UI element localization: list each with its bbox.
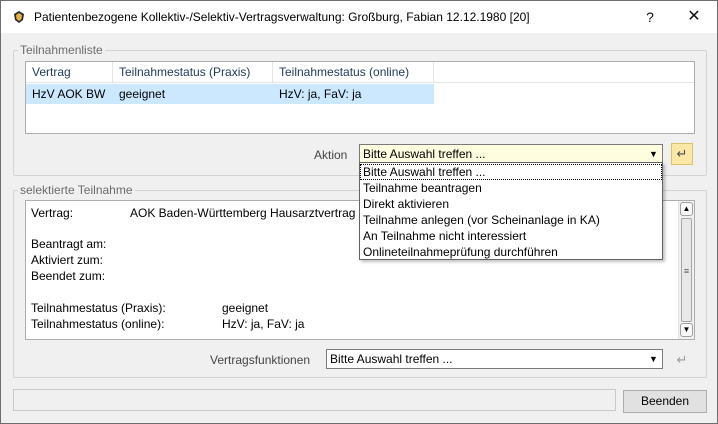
scrollbar-thumb[interactable]: ≡ (681, 218, 692, 322)
status-online-label: Teilnahmestatus (online): (31, 317, 165, 331)
beendet-label: Beendet zum: (31, 269, 106, 283)
scroll-down-icon[interactable]: ▼ (680, 323, 693, 337)
list-header: Vertrag Teilnahmestatus (Praxis) Teilnah… (26, 62, 694, 83)
selected-participation-legend: selektierte Teilnahme (18, 183, 135, 197)
status-praxis-label: Teilnahmestatus (Praxis): (31, 301, 166, 315)
dropdown-option[interactable]: Direkt aktivieren (360, 196, 662, 212)
dialog-window: Patientenbezogene Kollektiv-/Selektiv-Ve… (0, 0, 718, 424)
aktiviert-label: Aktiviert zum: (31, 253, 104, 267)
column-header-status-online[interactable]: Teilnahmestatus (online) (273, 62, 434, 83)
vertrag-label: Vertrag: (31, 206, 74, 220)
action-select[interactable]: Bitte Auswahl treffen ... ▼ (359, 144, 663, 164)
close-button[interactable]: ✕ (671, 1, 717, 33)
table-row[interactable]: HzV AOK BW geeignet HzV: ja, FaV: ja (26, 84, 434, 104)
dropdown-option[interactable]: Teilnahme beantragen (360, 180, 662, 196)
dropdown-option[interactable]: Bitte Auswahl treffen ... (360, 164, 662, 180)
app-logo-icon (12, 10, 26, 24)
contract-functions-select[interactable]: Bitte Auswahl treffen ... ▼ (326, 349, 663, 369)
details-scrollbar[interactable]: ▲ ≡ ▼ (678, 201, 694, 339)
participation-list-legend: Teilnahmenliste (18, 43, 105, 57)
action-select-value: Bitte Auswahl treffen ... (363, 147, 486, 161)
dropdown-option[interactable]: An Teilnahme nicht interessiert (360, 228, 662, 244)
column-header-vertrag[interactable]: Vertrag (26, 62, 113, 83)
action-apply-button[interactable]: ↵ (671, 143, 693, 165)
participation-list[interactable]: Vertrag Teilnahmestatus (Praxis) Teilnah… (25, 61, 695, 134)
help-button[interactable]: ? (627, 1, 673, 33)
dropdown-option[interactable]: Teilnahme anlegen (vor Scheinanlage in K… (360, 212, 662, 228)
contract-functions-label: Vertragsfunktionen (210, 353, 311, 367)
status-praxis-value: geeignet (222, 301, 269, 315)
vertrag-value: AOK Baden-Württemberg Hausarztvertrag (130, 206, 356, 220)
cell-vertrag: HzV AOK BW (32, 87, 106, 101)
dropdown-option[interactable]: Onlineteilnahmeprüfung durchführen (360, 244, 662, 260)
chevron-down-icon[interactable]: ▼ (645, 350, 662, 368)
action-dropdown-list[interactable]: Bitte Auswahl treffen ... Teilnahme bean… (359, 162, 663, 260)
chevron-down-icon[interactable]: ▼ (645, 145, 662, 163)
cell-status-praxis: geeignet (119, 87, 166, 101)
beantragt-label: Beantragt am: (31, 237, 107, 251)
status-online-value: HzV: ja, FaV: ja (222, 317, 305, 331)
contract-functions-select-value: Bitte Auswahl treffen ... (330, 352, 453, 366)
title-bar: Patientenbezogene Kollektiv-/Selektiv-Ve… (1, 1, 717, 33)
scroll-up-icon[interactable]: ▲ (680, 202, 693, 216)
contract-functions-apply-button[interactable]: ↵ (671, 349, 693, 371)
status-field (13, 389, 616, 411)
window-title: Patientenbezogene Kollektiv-/Selektiv-Ve… (34, 10, 530, 24)
end-button[interactable]: Beenden (623, 390, 707, 413)
cell-status-online: HzV: ja, FaV: ja (279, 87, 362, 101)
action-label: Aktion (314, 148, 348, 162)
column-header-status-praxis[interactable]: Teilnahmestatus (Praxis) (113, 62, 273, 83)
